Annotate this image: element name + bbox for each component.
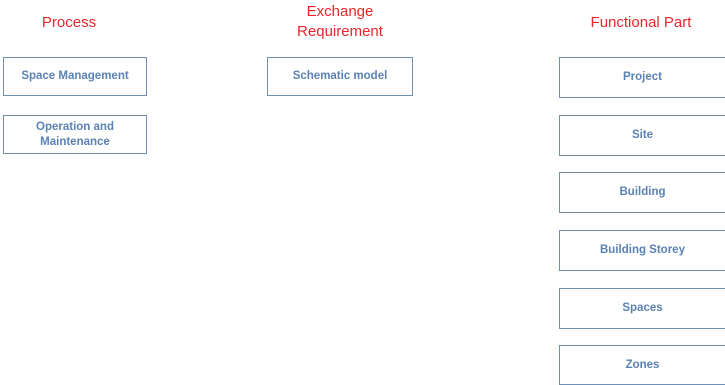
functional-part-heading: Functional Part xyxy=(590,14,692,31)
functional-box-building: Building xyxy=(559,172,725,213)
functional-box-project: Project xyxy=(559,57,725,98)
process-box-operation-maintenance: Operation and Maintenance xyxy=(3,115,147,154)
process-heading: Process xyxy=(41,14,97,31)
functional-box-spaces: Spaces xyxy=(559,288,725,329)
process-box-space-management: Space Management xyxy=(3,57,147,96)
functional-box-zones: Zones xyxy=(559,345,725,385)
exchange-box-schematic-model: Schematic model xyxy=(267,57,413,96)
functional-box-building-storey: Building Storey xyxy=(559,230,725,271)
exchange-requirement-heading: Exchange Requirement xyxy=(297,3,383,40)
functional-box-site: Site xyxy=(559,115,725,156)
